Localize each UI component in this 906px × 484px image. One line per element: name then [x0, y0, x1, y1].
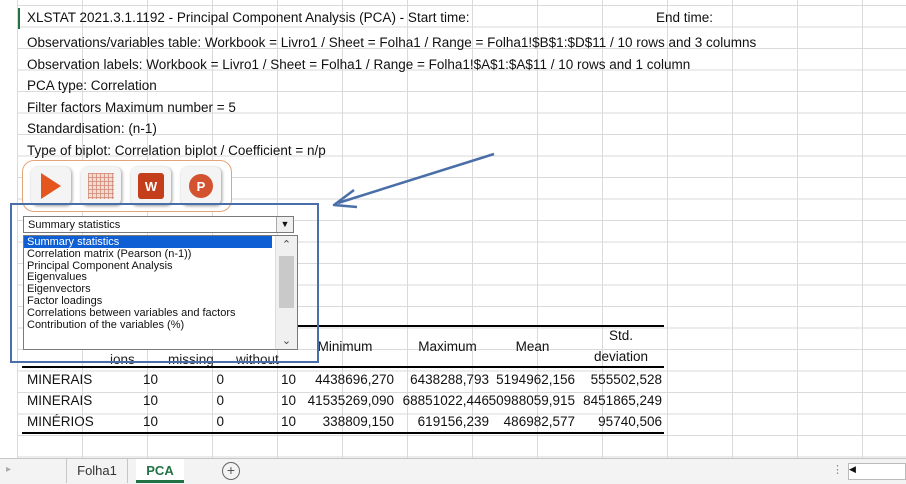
- table-bottom-rule: [22, 432, 664, 434]
- row-observations: 10: [142, 393, 158, 408]
- add-sheet-icon[interactable]: +: [222, 462, 240, 480]
- standardisation-line: Standardisation: (n-1): [27, 121, 157, 136]
- output-select-value: Summary statistics: [28, 219, 121, 231]
- row-max: 619156,239: [417, 414, 489, 429]
- list-item[interactable]: Contribution of the variables (%): [24, 319, 272, 331]
- chevron-up-icon[interactable]: ⌃: [276, 238, 297, 251]
- row-without: 10: [280, 372, 296, 387]
- powerpoint-export-button[interactable]: P: [181, 167, 221, 205]
- active-cell-indicator: [18, 8, 24, 29]
- row-without: 10: [280, 414, 296, 429]
- list-item[interactable]: Factor loadings: [24, 295, 272, 307]
- row-observations: 10: [142, 372, 158, 387]
- row-missing: 0: [216, 372, 224, 387]
- row-max: 68851022,446: [402, 393, 489, 408]
- word-icon: W: [138, 173, 164, 199]
- row-std: 95740,506: [598, 414, 662, 429]
- header-maximum: Maximum: [418, 339, 477, 354]
- grid-button[interactable]: [81, 167, 121, 205]
- row-max: 6438288,793: [410, 372, 489, 387]
- scrollbar-thumb[interactable]: [279, 256, 294, 308]
- row-without: 10: [280, 393, 296, 408]
- row-min: 4438696,270: [315, 372, 394, 387]
- table-grid-icon: [88, 173, 114, 199]
- word-export-button[interactable]: W: [131, 167, 171, 205]
- list-item[interactable]: Eigenvectors: [24, 283, 272, 295]
- output-select[interactable]: Summary statistics ▼: [23, 216, 294, 233]
- table-header-rule: [22, 366, 664, 368]
- rerun-button[interactable]: [31, 167, 71, 205]
- list-item[interactable]: Correlation matrix (Pearson (n-1)): [24, 248, 272, 260]
- list-item[interactable]: Principal Component Analysis: [24, 260, 272, 272]
- sheet-tab-bar: ▸ Folha1 PCA + ⋮ ◀: [0, 458, 906, 484]
- row-variable: MINÉRIOS: [27, 414, 94, 429]
- header-std: Std.: [608, 328, 633, 343]
- row-mean: 5194962,156: [496, 372, 575, 387]
- title-line: XLSTAT 2021.3.1.1192 - Principal Compone…: [27, 10, 470, 25]
- more-icon[interactable]: ⋮: [832, 463, 843, 476]
- header-deviation: deviation: [593, 349, 649, 364]
- biplot-line: Type of biplot: Correlation biplot / Coe…: [27, 143, 326, 158]
- horizontal-scrollbar[interactable]: ◀: [848, 463, 906, 480]
- row-missing: 0: [216, 414, 224, 429]
- row-std: 8451865,249: [583, 393, 662, 408]
- list-item[interactable]: Summary statistics: [24, 236, 272, 248]
- row-min: 41535269,090: [307, 393, 394, 408]
- tab-pca[interactable]: PCA: [136, 459, 184, 483]
- obs-vars-line: Observations/variables table: Workbook =…: [27, 35, 757, 50]
- row-mean: 486982,577: [503, 414, 575, 429]
- obs-labels-line: Observation labels: Workbook = Livro1 / …: [27, 57, 691, 72]
- chevron-down-icon[interactable]: ⌄: [276, 334, 297, 347]
- tab-folha1[interactable]: Folha1: [66, 459, 128, 483]
- filter-line: Filter factors Maximum number = 5: [27, 100, 236, 115]
- row-missing: 0: [216, 393, 224, 408]
- end-time-label: End time:: [656, 10, 714, 25]
- row-variable: MINERAIS: [27, 372, 93, 387]
- play-icon: [41, 173, 61, 199]
- list-item[interactable]: Correlations between variables and facto…: [24, 307, 272, 319]
- list-scrollbar[interactable]: ⌃ ⌄: [275, 236, 297, 349]
- list-item[interactable]: Eigenvalues: [24, 271, 272, 283]
- powerpoint-icon: P: [189, 174, 213, 198]
- output-select-list[interactable]: Summary statistics Correlation matrix (P…: [23, 235, 298, 350]
- chevron-down-icon[interactable]: ▼: [276, 217, 293, 232]
- row-std: 555502,528: [590, 372, 662, 387]
- row-variable: MINERAIS: [27, 393, 93, 408]
- pca-type-line: PCA type: Correlation: [27, 78, 157, 93]
- tab-nav-icon[interactable]: ▸: [6, 464, 11, 475]
- row-mean: 50988059,915: [488, 393, 575, 408]
- row-min: 338809,150: [322, 414, 394, 429]
- row-observations: 10: [142, 414, 158, 429]
- annotation-arrow: [332, 152, 495, 209]
- header-mean: Mean: [515, 339, 550, 354]
